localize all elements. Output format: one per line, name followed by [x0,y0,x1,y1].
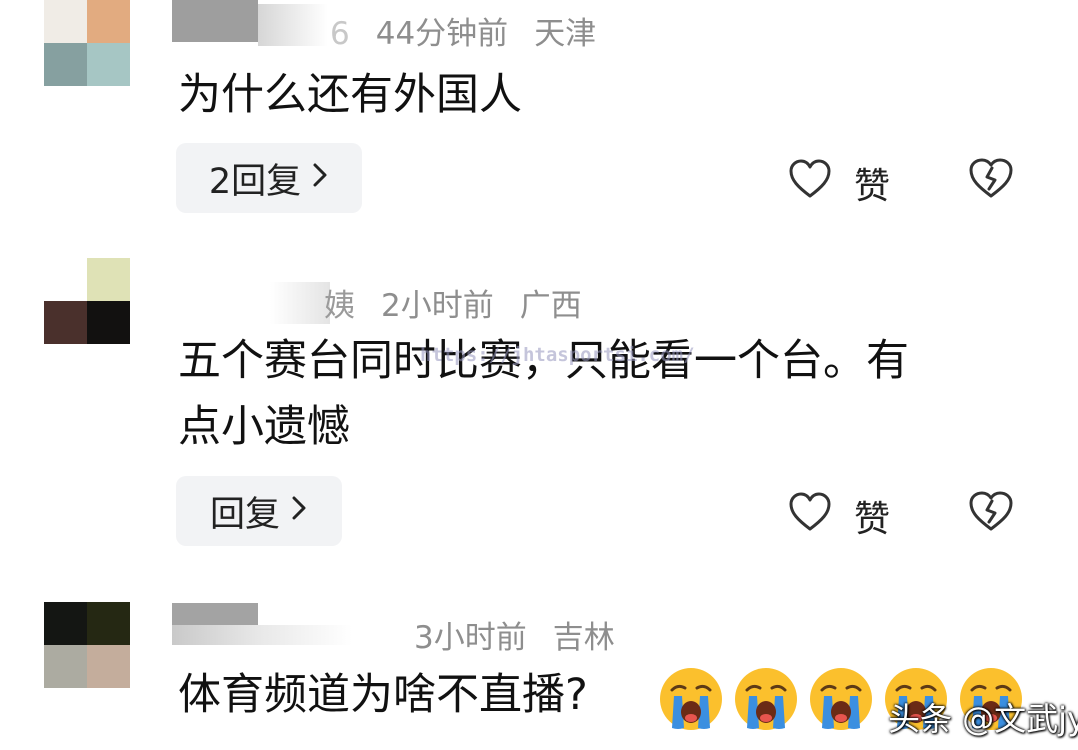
broken-heart-icon [968,158,1014,204]
dislike-button[interactable] [968,489,1014,537]
username-fragment: 6 [330,16,350,52]
chevron-right-icon [290,491,308,531]
username-blurred[interactable] [172,0,258,42]
reply-label: 2回复 [208,161,302,202]
like-label: 赞 [854,166,891,207]
comment-meta: 6 44分钟前 天津 [330,8,596,53]
comment-time: 2小时前 [381,288,494,324]
url-watermark: https://jhtasportsi.com/ [420,344,695,366]
dislike-button[interactable] [968,156,1014,204]
reply-button[interactable]: 2回复 [176,143,362,213]
username-blurred-tail [172,625,352,645]
like-button[interactable]: 赞 [788,157,890,209]
comment-location: 吉林 [552,620,615,656]
comment-location: 广西 [519,288,582,324]
chevron-right-icon [311,158,329,198]
comment-time: 3小时前 [414,620,527,656]
comment-meta: 3小时前 吉林 [414,612,615,657]
like-button[interactable]: 赞 [788,490,890,542]
heart-outline-icon [788,158,832,209]
reply-button[interactable]: 回复 [176,476,342,546]
avatar[interactable] [44,0,130,86]
comment-text: 体育频道为啥不直播? [178,670,588,720]
username-blurred-tail [258,4,328,46]
avatar[interactable] [44,258,130,344]
avatar[interactable] [44,602,130,688]
crying-face-emoji [658,666,724,736]
comment-text-line-2: 点小遗憾 [178,402,350,452]
reply-label: 回复 [209,494,280,535]
crying-face-emoji [733,666,799,736]
comment-time: 44分钟前 [375,16,509,52]
username-fragment: 姨 [324,288,355,324]
username-blurred[interactable] [270,282,330,324]
comment-meta: 姨 2小时前 广西 [324,280,582,325]
comment-text: 为什么还有外国人 [178,70,522,120]
comment-location: 天津 [534,16,597,52]
broken-heart-icon [968,491,1014,537]
toutiao-watermark: 头条 @文武jy [888,700,1078,738]
crying-face-emoji [808,666,874,736]
like-label: 赞 [854,499,891,540]
heart-outline-icon [788,491,832,542]
